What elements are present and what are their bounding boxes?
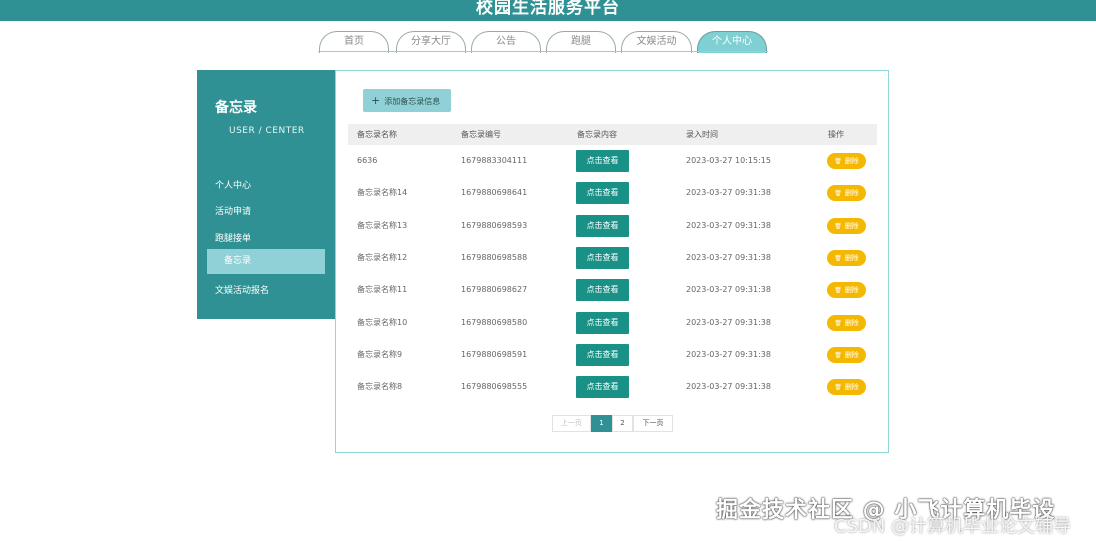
view-content-button[interactable]: 点击查看 bbox=[576, 343, 629, 366]
memo-panel: + 添加备忘录信息 备忘录名称 备忘录编号 备忘录内容 录入时间 操作 6636 1… bbox=[335, 70, 889, 453]
delete-label: 删除 bbox=[844, 253, 859, 262]
view-content-button[interactable]: 点击查看 bbox=[576, 182, 629, 205]
memo-name: 备忘录名称8 bbox=[357, 382, 403, 392]
memo-time: 2023-03-27 09:31:38 bbox=[686, 349, 771, 359]
col-number: 备忘录编号 bbox=[461, 130, 501, 139]
memo-name: 备忘录名称13 bbox=[357, 220, 408, 230]
memo-number: 1679880698593 bbox=[461, 220, 528, 230]
sidebar: 备忘录 USER / CENTER 个人中心 活动申请 跑腿接单 备忘录 文娱活… bbox=[197, 70, 336, 319]
view-content-button[interactable]: 点击查看 bbox=[576, 246, 629, 269]
delete-button[interactable]: 🗑 删除 bbox=[827, 217, 866, 234]
memo-time: 2023-03-27 09:31:38 bbox=[686, 317, 771, 327]
view-content-button[interactable]: 点击查看 bbox=[576, 279, 629, 302]
tab-personal-center[interactable]: 个人中心 bbox=[697, 31, 767, 53]
sidebar-item-errand-orders[interactable]: 跑腿接单 bbox=[215, 231, 251, 244]
view-content-button[interactable]: 点击查看 bbox=[576, 214, 629, 237]
main-nav: 首页 分享大厅 公告 跑腿 文娱活动 个人中心 bbox=[0, 31, 1096, 53]
watermark-csdn: CSDN @计算机毕业论文辅导 bbox=[834, 516, 1072, 537]
delete-label: 删除 bbox=[844, 157, 859, 165]
sidebar-item-event-signup[interactable]: 文娱活动报名 bbox=[215, 283, 269, 296]
memo-number: 1679880698555 bbox=[461, 382, 528, 392]
sidebar-item-activity-apply[interactable]: 活动申请 bbox=[215, 204, 251, 217]
memo-number: 1679880698580 bbox=[461, 317, 528, 327]
header-bar: 校园生活服务平台 bbox=[0, 0, 1096, 21]
view-content-button[interactable]: 点击查看 bbox=[576, 150, 629, 172]
site-title: 校园生活服务平台 bbox=[476, 0, 620, 18]
sidebar-title: 备忘录 bbox=[215, 100, 257, 116]
page-2-button[interactable]: 2 bbox=[612, 415, 633, 432]
trash-icon: 🗑 bbox=[834, 158, 842, 165]
view-content-button[interactable]: 点击查看 bbox=[576, 376, 629, 399]
memo-time: 2023-03-27 09:31:38 bbox=[686, 285, 771, 295]
trash-icon: 🗑 bbox=[834, 254, 842, 262]
table-row: 备忘录名称12 1679880698588 点击查看 2023-03-27 09:31… bbox=[348, 246, 877, 279]
trash-icon: 🗑 bbox=[834, 190, 842, 198]
tab-home[interactable]: 首页 bbox=[319, 31, 389, 53]
memo-time: 2023-03-27 09:31:38 bbox=[686, 188, 771, 198]
memo-name: 备忘录名称12 bbox=[357, 252, 408, 262]
tab-errands[interactable]: 跑腿 bbox=[546, 31, 616, 53]
prev-page-button[interactable]: 上一页 bbox=[552, 415, 591, 432]
next-page-button[interactable]: 下一页 bbox=[633, 415, 673, 432]
delete-label: 删除 bbox=[844, 189, 859, 198]
add-memo-button[interactable]: + 添加备忘录信息 bbox=[363, 89, 451, 112]
delete-label: 删除 bbox=[844, 350, 859, 359]
nav-divider bbox=[318, 51, 768, 52]
table-row: 备忘录名称11 1679880698627 点击查看 2023-03-27 09:31… bbox=[348, 279, 877, 311]
table-row: 备忘录名称9 1679880698591 点击查看 2023-03-27 09:31:… bbox=[348, 343, 877, 376]
tab-announcements[interactable]: 公告 bbox=[471, 31, 541, 53]
memo-name: 备忘录名称14 bbox=[357, 188, 408, 198]
memo-number: 1679880698641 bbox=[461, 188, 528, 198]
delete-button[interactable]: 🗑 删除 bbox=[827, 249, 866, 266]
memo-number: 1679880698627 bbox=[461, 285, 528, 295]
delete-label: 删除 bbox=[844, 221, 859, 230]
trash-icon: 🗑 bbox=[834, 384, 842, 392]
col-content: 备忘录内容 bbox=[577, 130, 617, 139]
delete-label: 删除 bbox=[844, 383, 859, 392]
delete-button[interactable]: 🗑 删除 bbox=[827, 314, 866, 331]
trash-icon: 🗑 bbox=[834, 351, 842, 359]
table-row: 备忘录名称10 1679880698580 点击查看 2023-03-27 09:31… bbox=[348, 311, 877, 344]
memo-name: 备忘录名称9 bbox=[357, 349, 403, 359]
table-row: 备忘录名称8 1679880698555 点击查看 2023-03-27 09:31:… bbox=[348, 376, 877, 408]
memo-time: 2023-03-27 10:15:15 bbox=[686, 156, 771, 165]
trash-icon: 🗑 bbox=[834, 222, 842, 230]
memo-time: 2023-03-27 09:31:38 bbox=[686, 382, 771, 392]
delete-button[interactable]: 🗑 删除 bbox=[827, 379, 866, 396]
delete-button[interactable]: 🗑 删除 bbox=[827, 153, 866, 169]
table-row: 备忘录名称14 1679880698641 点击查看 2023-03-27 09:31… bbox=[348, 182, 877, 214]
table-header: 备忘录名称 备忘录编号 备忘录内容 录入时间 操作 bbox=[348, 124, 877, 145]
col-name: 备忘录名称 bbox=[357, 130, 397, 139]
col-actions: 操作 bbox=[828, 130, 844, 139]
delete-label: 删除 bbox=[844, 318, 859, 327]
table-row: 6636 1679883304111 点击查看 2023-03-27 10:15:15… bbox=[348, 150, 877, 182]
memo-time: 2023-03-27 09:31:38 bbox=[686, 252, 771, 262]
trash-icon: 🗑 bbox=[834, 287, 842, 295]
memo-time: 2023-03-27 09:31:38 bbox=[686, 220, 771, 230]
memo-name: 6636 bbox=[357, 156, 378, 165]
col-time: 录入时间 bbox=[686, 130, 718, 139]
sidebar-subtitle: USER / CENTER bbox=[229, 126, 305, 136]
plus-icon: + bbox=[371, 94, 381, 107]
page-1-button[interactable]: 1 bbox=[591, 415, 612, 432]
memo-number: 1679883304111 bbox=[461, 156, 528, 165]
memo-name: 备忘录名称11 bbox=[357, 285, 408, 295]
memo-number: 1679880698588 bbox=[461, 252, 528, 262]
table-row: 备忘录名称13 1679880698593 点击查看 2023-03-27 09:31… bbox=[348, 214, 877, 247]
tab-entertainment[interactable]: 文娱活动 bbox=[621, 31, 692, 53]
memo-name: 备忘录名称10 bbox=[357, 317, 408, 327]
delete-button[interactable]: 🗑 删除 bbox=[827, 346, 866, 363]
add-memo-label: 添加备忘录信息 bbox=[384, 97, 441, 106]
sidebar-item-memo[interactable]: 备忘录 bbox=[207, 249, 325, 274]
tab-share-hall[interactable]: 分享大厅 bbox=[396, 31, 466, 53]
delete-label: 删除 bbox=[844, 286, 859, 295]
sidebar-item-personal-center[interactable]: 个人中心 bbox=[215, 178, 251, 191]
view-content-button[interactable]: 点击查看 bbox=[576, 311, 629, 334]
memo-number: 1679880698591 bbox=[461, 349, 528, 359]
delete-button[interactable]: 🗑 删除 bbox=[827, 282, 866, 299]
trash-icon: 🗑 bbox=[834, 319, 842, 327]
delete-button[interactable]: 🗑 删除 bbox=[827, 185, 866, 202]
